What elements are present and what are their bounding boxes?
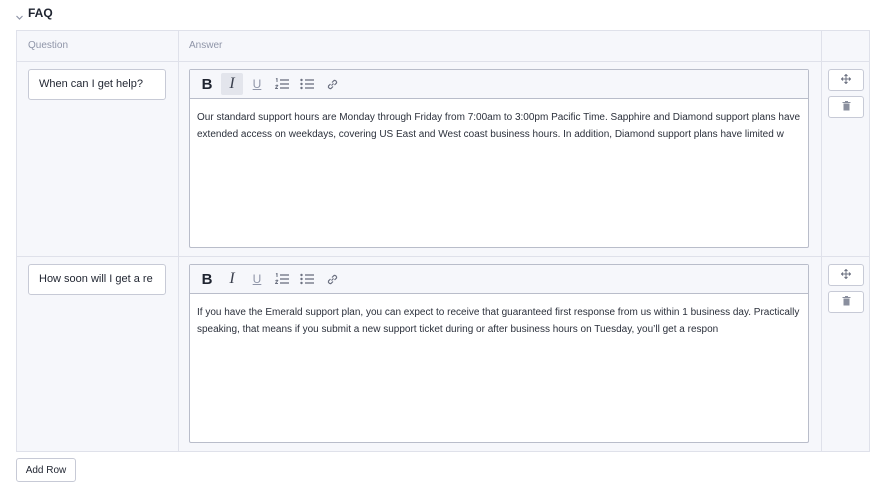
ordered-list-icon[interactable]	[271, 268, 293, 290]
italic-icon[interactable]: I	[221, 268, 243, 290]
editor-toolbar: B I U	[190, 70, 808, 99]
move-row-button[interactable]	[828, 69, 864, 91]
trash-icon	[842, 293, 851, 311]
faq-section-toggle[interactable]: FAQ	[15, 5, 53, 21]
move-icon	[840, 266, 852, 284]
row-divider	[17, 61, 869, 62]
link-icon[interactable]	[321, 73, 343, 95]
answer-text[interactable]: If you have the Emerald support plan, yo…	[190, 294, 808, 443]
move-icon	[840, 71, 852, 89]
row-divider	[17, 256, 869, 257]
chevron-down-icon	[15, 9, 24, 20]
bullet-list-icon[interactable]	[296, 268, 318, 290]
column-divider	[821, 31, 822, 451]
answer-text[interactable]: Our standard support hours are Monday th…	[190, 99, 808, 248]
faq-table: Question Answer When can I get help? B I…	[16, 30, 870, 452]
move-row-button[interactable]	[828, 264, 864, 286]
column-divider	[178, 31, 179, 451]
underline-icon[interactable]: U	[246, 268, 268, 290]
delete-row-button[interactable]	[828, 96, 864, 118]
question-input[interactable]: How soon will I get a re	[28, 264, 166, 295]
ordered-list-icon[interactable]	[271, 73, 293, 95]
link-icon[interactable]	[321, 268, 343, 290]
underline-icon[interactable]: U	[246, 73, 268, 95]
answer-editor[interactable]: B I U If you have the Emerald support pl…	[189, 264, 809, 443]
delete-row-button[interactable]	[828, 291, 864, 313]
column-header-answer: Answer	[189, 40, 223, 51]
italic-icon[interactable]: I	[221, 73, 243, 95]
bullet-list-icon[interactable]	[296, 73, 318, 95]
add-row-button[interactable]: Add Row	[16, 458, 76, 482]
question-input[interactable]: When can I get help?	[28, 69, 166, 100]
section-title: FAQ	[28, 6, 53, 20]
bold-icon[interactable]: B	[196, 268, 218, 290]
editor-toolbar: B I U	[190, 265, 808, 294]
trash-icon	[842, 98, 851, 116]
answer-editor[interactable]: B I U Our standard support hours are Mon…	[189, 69, 809, 248]
bold-icon[interactable]: B	[196, 73, 218, 95]
column-header-question: Question	[28, 40, 69, 51]
